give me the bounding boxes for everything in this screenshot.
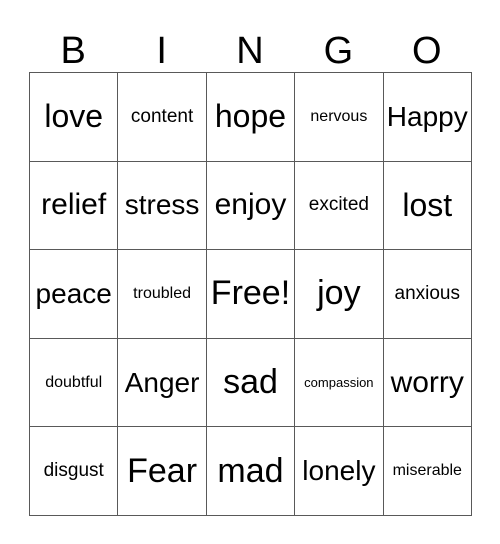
bingo-row: disgust Fear mad lonely miserable: [28, 426, 472, 516]
bingo-cell[interactable]: hope: [205, 72, 296, 162]
bingo-cell[interactable]: relief: [28, 160, 119, 251]
bingo-grid: love content hope nervous Happy relief s…: [28, 72, 472, 516]
bingo-row: relief stress enjoy excited lost: [28, 160, 472, 251]
bingo-cell[interactable]: joy: [294, 249, 384, 339]
bingo-cell-free-space[interactable]: Free!: [205, 249, 296, 339]
bingo-cell[interactable]: worry: [382, 337, 472, 428]
bingo-header-letter-o: O: [412, 30, 442, 72]
bingo-cell[interactable]: peace: [28, 249, 119, 339]
bingo-cell[interactable]: lost: [382, 160, 472, 251]
bingo-row: peace troubled Free! joy anxious: [28, 249, 472, 339]
bingo-cell[interactable]: content: [117, 72, 207, 162]
bingo-cell[interactable]: sad: [205, 337, 296, 428]
bingo-cell[interactable]: nervous: [294, 72, 384, 162]
bingo-header-letter-b: B: [60, 30, 86, 72]
bingo-cell[interactable]: anxious: [382, 249, 472, 339]
bingo-cell[interactable]: Anger: [117, 337, 207, 428]
bingo-cell[interactable]: disgust: [28, 426, 119, 516]
bingo-cell[interactable]: lonely: [294, 426, 384, 516]
bingo-row: love content hope nervous Happy: [28, 72, 472, 162]
bingo-cell[interactable]: doubtful: [28, 337, 119, 428]
bingo-card: B I N G O love content hope nervous Happ…: [28, 12, 472, 516]
bingo-cell[interactable]: love: [28, 72, 119, 162]
bingo-row: doubtful Anger sad compassion worry: [28, 337, 472, 428]
bingo-cell[interactable]: stress: [117, 160, 207, 251]
bingo-header-row: B I N G O: [29, 12, 471, 72]
bingo-header-letter-i: I: [156, 30, 167, 72]
bingo-header-letter-n: N: [236, 30, 264, 72]
bingo-cell[interactable]: compassion: [294, 337, 384, 428]
bingo-cell[interactable]: enjoy: [205, 160, 296, 251]
bingo-cell[interactable]: excited: [294, 160, 384, 251]
bingo-header-letter-g: G: [323, 30, 354, 72]
bingo-cell[interactable]: miserable: [382, 426, 472, 516]
bingo-cell[interactable]: mad: [205, 426, 296, 516]
bingo-cell[interactable]: Fear: [117, 426, 207, 516]
bingo-cell[interactable]: troubled: [117, 249, 207, 339]
bingo-cell[interactable]: Happy: [382, 72, 472, 162]
